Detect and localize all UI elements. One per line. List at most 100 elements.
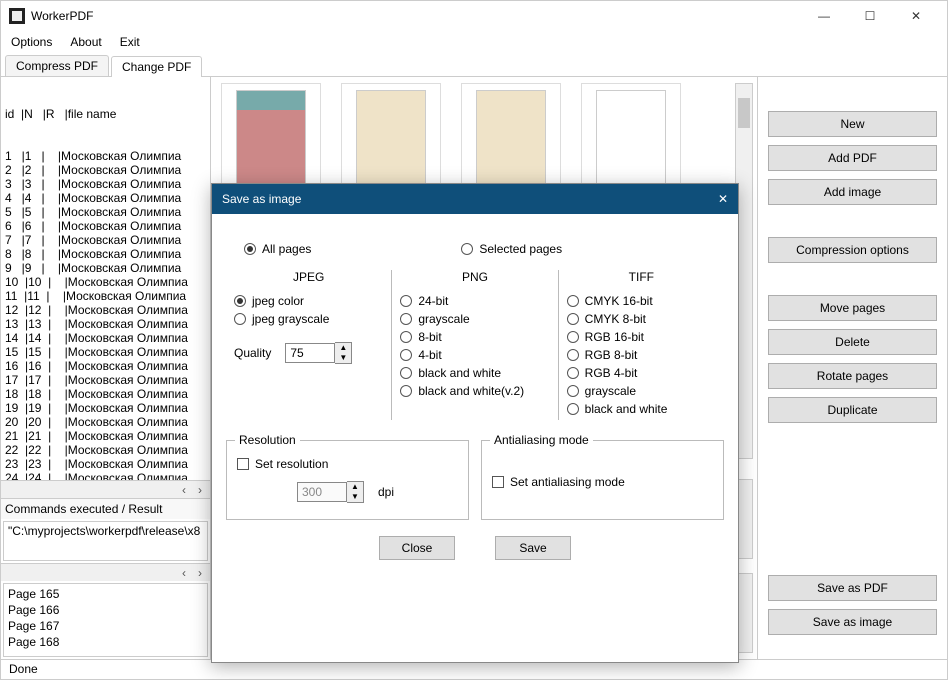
radio-png-8bit[interactable]: 8-bit xyxy=(400,330,549,344)
menu-bar: Options About Exit xyxy=(1,31,947,53)
dpi-input[interactable] xyxy=(297,482,347,502)
quality-label: Quality xyxy=(234,346,271,360)
table-row[interactable]: 21 |21 | |Московская Олимпиа xyxy=(5,429,206,443)
spin-down-icon[interactable]: ▼ xyxy=(335,353,351,363)
move-pages-button[interactable]: Move pages xyxy=(768,295,937,321)
table-row[interactable]: 10 |10 | |Московская Олимпиа xyxy=(5,275,206,289)
table-row[interactable]: 18 |18 | |Московская Олимпиа xyxy=(5,387,206,401)
app-icon xyxy=(9,8,25,24)
result-line: Page 168 xyxy=(8,634,203,650)
table-row[interactable]: 12 |12 | |Московская Олимпиа xyxy=(5,303,206,317)
scroll-right-icon[interactable]: › xyxy=(192,483,208,497)
table-hscroll[interactable]: ‹› xyxy=(1,480,210,498)
tab-change-pdf[interactable]: Change PDF xyxy=(111,56,202,77)
table-row[interactable]: 22 |22 | |Московская Олимпиа xyxy=(5,443,206,457)
save-as-image-button[interactable]: Save as image xyxy=(768,609,937,635)
set-resolution-checkbox[interactable]: Set resolution xyxy=(237,457,458,471)
radio-jpeg-color[interactable]: jpeg color xyxy=(234,294,383,308)
table-row[interactable]: 15 |15 | |Московская Олимпиа xyxy=(5,345,206,359)
window-title: WorkerPDF xyxy=(31,9,93,23)
radio-jpeg-grayscale[interactable]: jpeg grayscale xyxy=(234,312,383,326)
radio-selected-pages[interactable]: Selected pages xyxy=(461,242,562,256)
page-thumb[interactable] xyxy=(221,83,321,193)
table-row[interactable]: 14 |14 | |Московская Олимпиа xyxy=(5,331,206,345)
left-panel: id |N |R |file name 1 |1 | |Московская О… xyxy=(1,77,211,659)
table-row[interactable]: 24 |24 | |Московская Олимпиа xyxy=(5,471,206,480)
menu-about[interactable]: About xyxy=(70,35,101,49)
radio-tiff-rgb4[interactable]: RGB 4-bit xyxy=(567,366,716,380)
new-button[interactable]: New xyxy=(768,111,937,137)
antialiasing-group: Antialiasing mode Set antialiasing mode xyxy=(481,440,724,520)
radio-all-pages[interactable]: All pages xyxy=(244,242,311,256)
radio-png-bw[interactable]: black and white xyxy=(400,366,549,380)
table-row[interactable]: 23 |23 | |Московская Олимпиа xyxy=(5,457,206,471)
result-line: Page 167 xyxy=(8,618,203,634)
table-header: id |N |R |file name xyxy=(5,107,206,121)
scroll-left-icon[interactable]: ‹ xyxy=(176,483,192,497)
spin-up-icon[interactable]: ▲ xyxy=(347,482,363,492)
tiff-column: TIFF CMYK 16-bit CMYK 8-bit RGB 16-bit R… xyxy=(558,270,724,420)
delete-button[interactable]: Delete xyxy=(768,329,937,355)
quality-spinner[interactable]: ▲▼ xyxy=(285,342,352,364)
rotate-pages-button[interactable]: Rotate pages xyxy=(768,363,937,389)
side-actions: New Add PDF Add image Compression option… xyxy=(757,77,947,659)
commands-hscroll[interactable]: ‹› xyxy=(1,563,210,581)
spin-down-icon[interactable]: ▼ xyxy=(347,492,363,502)
table-row[interactable]: 7 |7 | |Московская Олимпиа xyxy=(5,233,206,247)
radio-png-4bit[interactable]: 4-bit xyxy=(400,348,549,362)
dialog-close-icon[interactable]: ✕ xyxy=(718,192,728,206)
radio-tiff-bw[interactable]: black and white xyxy=(567,402,716,416)
table-row[interactable]: 3 |3 | |Московская Олимпиа xyxy=(5,177,206,191)
table-row[interactable]: 5 |5 | |Московская Олимпиа xyxy=(5,205,206,219)
page-thumb[interactable] xyxy=(581,83,681,193)
tab-strip: Compress PDF Change PDF xyxy=(1,53,947,77)
table-row[interactable]: 19 |19 | |Московская Олимпиа xyxy=(5,401,206,415)
close-button[interactable]: ✕ xyxy=(893,1,939,31)
page-thumb[interactable] xyxy=(461,83,561,193)
dialog-title: Save as image xyxy=(222,192,301,206)
commands-box[interactable]: "C:\myprojects\workerpdf\release\x8 xyxy=(3,521,208,561)
table-row[interactable]: 11 |11 | |Московская Олимпиа xyxy=(5,289,206,303)
radio-tiff-rgb16[interactable]: RGB 16-bit xyxy=(567,330,716,344)
table-row[interactable]: 17 |17 | |Московская Олимпиа xyxy=(5,373,206,387)
compression-options-button[interactable]: Compression options xyxy=(768,237,937,263)
table-row[interactable]: 13 |13 | |Московская Олимпиа xyxy=(5,317,206,331)
save-as-pdf-button[interactable]: Save as PDF xyxy=(768,575,937,601)
set-antialiasing-checkbox[interactable]: Set antialiasing mode xyxy=(492,475,713,489)
radio-tiff-grayscale[interactable]: grayscale xyxy=(567,384,716,398)
dialog-save-button[interactable]: Save xyxy=(495,536,571,560)
add-image-button[interactable]: Add image xyxy=(768,179,937,205)
page-thumb[interactable] xyxy=(341,83,441,193)
menu-exit[interactable]: Exit xyxy=(120,35,140,49)
table-row[interactable]: 4 |4 | |Московская Олимпиа xyxy=(5,191,206,205)
table-row[interactable]: 16 |16 | |Московская Олимпиа xyxy=(5,359,206,373)
radio-tiff-cmyk16[interactable]: CMYK 16-bit xyxy=(567,294,716,308)
radio-tiff-rgb8[interactable]: RGB 8-bit xyxy=(567,348,716,362)
titlebar: WorkerPDF — ☐ ✕ xyxy=(1,1,947,31)
dialog-titlebar: Save as image ✕ xyxy=(212,184,738,214)
table-row[interactable]: 8 |8 | |Московская Олимпиа xyxy=(5,247,206,261)
page-table[interactable]: id |N |R |file name 1 |1 | |Московская О… xyxy=(1,77,210,480)
radio-png-grayscale[interactable]: grayscale xyxy=(400,312,549,326)
table-row[interactable]: 2 |2 | |Московская Олимпиа xyxy=(5,163,206,177)
maximize-button[interactable]: ☐ xyxy=(847,1,893,31)
minimize-button[interactable]: — xyxy=(801,1,847,31)
dialog-close-button[interactable]: Close xyxy=(379,536,455,560)
radio-png-bw2[interactable]: black and white(v.2) xyxy=(400,384,549,398)
save-as-image-dialog: Save as image ✕ All pages Selected pages… xyxy=(211,183,739,663)
table-row[interactable]: 1 |1 | |Московская Олимпиа xyxy=(5,149,206,163)
spin-up-icon[interactable]: ▲ xyxy=(335,343,351,353)
add-pdf-button[interactable]: Add PDF xyxy=(768,145,937,171)
table-row[interactable]: 20 |20 | |Московская Олимпиа xyxy=(5,415,206,429)
result-box[interactable]: Page 165 Page 166 Page 167 Page 168 xyxy=(3,583,208,657)
duplicate-button[interactable]: Duplicate xyxy=(768,397,937,423)
dpi-spinner[interactable]: ▲▼ xyxy=(297,481,364,503)
result-line: Page 165 xyxy=(8,586,203,602)
table-row[interactable]: 9 |9 | |Московская Олимпиа xyxy=(5,261,206,275)
table-row[interactable]: 6 |6 | |Московская Олимпиа xyxy=(5,219,206,233)
tab-compress-pdf[interactable]: Compress PDF xyxy=(5,55,109,76)
radio-tiff-cmyk8[interactable]: CMYK 8-bit xyxy=(567,312,716,326)
quality-input[interactable] xyxy=(285,343,335,363)
radio-png-24bit[interactable]: 24-bit xyxy=(400,294,549,308)
menu-options[interactable]: Options xyxy=(11,35,52,49)
